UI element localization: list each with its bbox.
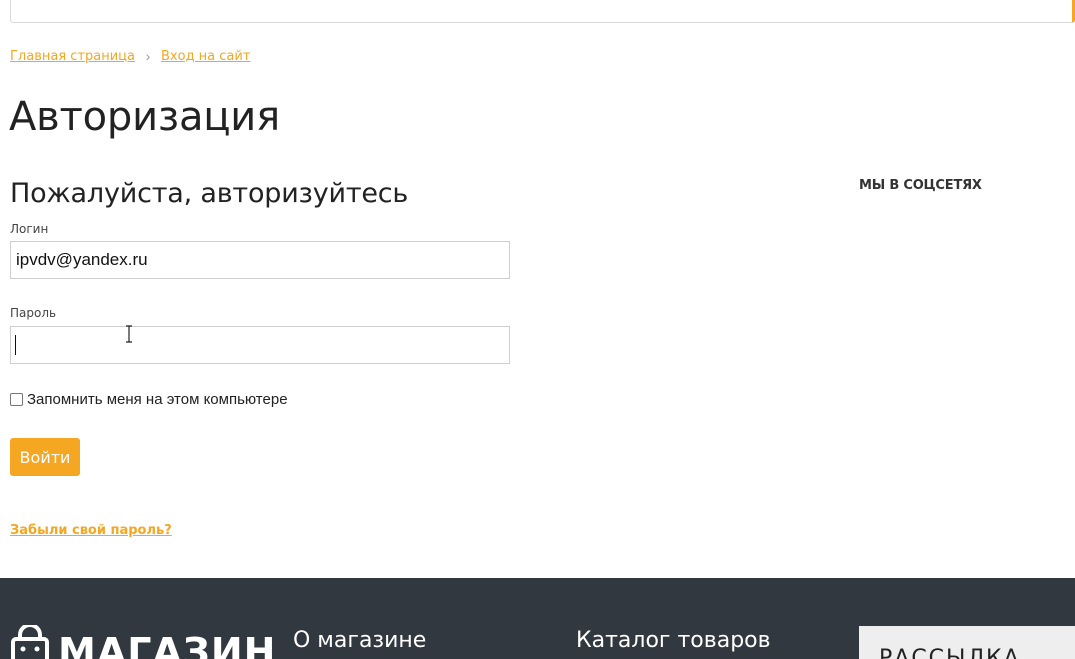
text-cursor-icon	[126, 325, 132, 343]
page-title: Авторизация	[9, 94, 280, 140]
footer-about-title: О магазине	[293, 628, 427, 653]
footer-logo[interactable]: МАГАЗИН	[10, 625, 276, 659]
chevron-right-icon: ›	[145, 48, 151, 64]
login-button[interactable]: Войти	[10, 438, 80, 476]
shopping-bag-icon	[11, 625, 49, 659]
search-bar[interactable]	[10, 0, 1075, 23]
remember-me-checkbox[interactable]	[10, 393, 23, 406]
footer-catalog-title: Каталог товаров	[576, 628, 771, 653]
breadcrumb-link-login[interactable]: Вход на сайт	[161, 49, 250, 64]
remember-me-row[interactable]: Запомнить меня на этом компьютере	[10, 391, 288, 408]
forgot-password-link[interactable]: Забыли свой пароль?	[10, 523, 172, 538]
footer: МАГАЗИН О магазине Каталог товаров РАССЫ…	[0, 578, 1075, 659]
login-input[interactable]	[10, 241, 510, 279]
login-label: Логин	[10, 222, 49, 236]
form-heading: Пожалуйста, авторизуйтесь	[10, 178, 409, 209]
remember-me-label[interactable]: Запомнить меня на этом компьютере	[27, 391, 288, 408]
footer-logo-text: МАГАЗИН	[58, 630, 277, 659]
newsletter-box: РАССЫЛКА	[859, 626, 1075, 659]
password-label: Пароль	[10, 306, 57, 320]
breadcrumb: Главная страница › Вход на сайт	[10, 48, 250, 64]
newsletter-title: РАССЫЛКА	[879, 646, 1021, 659]
social-title: МЫ В СОЦСЕТЯХ	[859, 178, 982, 193]
password-input[interactable]	[10, 326, 510, 364]
text-caret	[15, 335, 16, 355]
breadcrumb-link-home[interactable]: Главная страница	[10, 49, 135, 64]
